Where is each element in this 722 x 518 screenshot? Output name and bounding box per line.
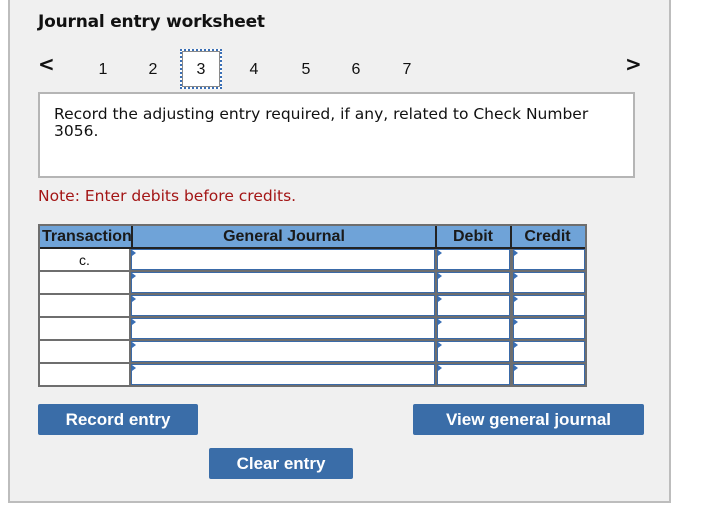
transaction-cell: [40, 318, 129, 339]
account-input[interactable]: [131, 272, 435, 293]
record-entry-button[interactable]: Record entry: [38, 404, 198, 435]
credit-input[interactable]: [513, 272, 585, 293]
view-general-journal-button[interactable]: View general journal: [413, 404, 644, 435]
debit-input[interactable]: [437, 318, 510, 339]
table-row: [40, 295, 585, 316]
tab-5[interactable]: 5: [291, 49, 321, 89]
note-text: Note: Enter debits before credits.: [38, 187, 297, 205]
credit-input[interactable]: [513, 295, 585, 316]
debit-input[interactable]: [437, 341, 510, 362]
tab-6[interactable]: 6: [341, 49, 371, 89]
account-input[interactable]: [131, 341, 435, 362]
tab-7[interactable]: 7: [392, 49, 422, 89]
table-row: [40, 364, 585, 385]
chevron-left-icon[interactable]: <: [38, 54, 55, 74]
transaction-cell: [40, 272, 129, 293]
debit-input[interactable]: [437, 272, 510, 293]
debit-input[interactable]: [437, 295, 510, 316]
debit-input[interactable]: [437, 249, 510, 270]
credit-input[interactable]: [513, 341, 585, 362]
worksheet-title: Journal entry worksheet: [38, 12, 265, 32]
transaction-cell: c.: [40, 249, 129, 270]
transaction-cell: [40, 295, 129, 316]
credit-input[interactable]: [513, 249, 585, 270]
account-input[interactable]: [131, 364, 435, 385]
debit-input[interactable]: [437, 364, 510, 385]
credit-input[interactable]: [513, 364, 585, 385]
transaction-cell: [40, 341, 129, 362]
transaction-cell: [40, 364, 129, 385]
journal-table: Transaction General Journal Debit Credit…: [38, 224, 587, 387]
account-input[interactable]: [131, 249, 435, 270]
clear-entry-button[interactable]: Clear entry: [209, 448, 353, 479]
column-header-general-journal: General Journal: [223, 228, 345, 245]
credit-input[interactable]: [513, 318, 585, 339]
chevron-right-icon[interactable]: >: [625, 54, 642, 74]
prompt-text: Record the adjusting entry required, if …: [54, 105, 589, 140]
table-row: [40, 318, 585, 339]
tab-1[interactable]: 1: [88, 49, 118, 89]
tab-4[interactable]: 4: [239, 49, 269, 89]
table-row: [40, 341, 585, 362]
prompt-box: Record the adjusting entry required, if …: [38, 92, 635, 178]
table-row: [40, 272, 585, 293]
column-header-credit: Credit: [524, 228, 571, 245]
column-header-transaction: Transaction: [42, 228, 132, 245]
column-header-debit: Debit: [453, 228, 493, 245]
table-row: c.: [40, 249, 585, 270]
tab-3[interactable]: 3: [180, 49, 222, 89]
account-input[interactable]: [131, 295, 435, 316]
table-header: Transaction General Journal Debit Credit: [40, 226, 585, 249]
tab-2[interactable]: 2: [138, 49, 168, 89]
account-input[interactable]: [131, 318, 435, 339]
